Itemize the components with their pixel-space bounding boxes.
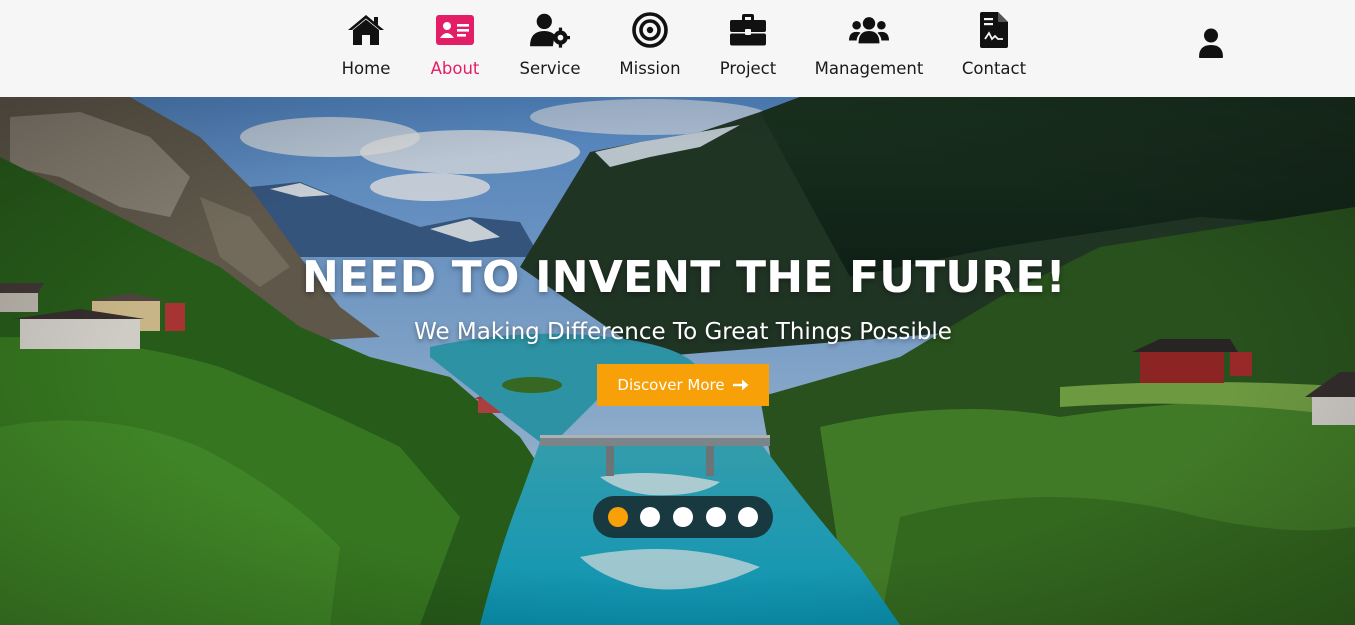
briefcase-icon — [728, 10, 768, 50]
user-account-button[interactable] — [1198, 28, 1226, 60]
nav-label-project: Project — [719, 59, 777, 78]
hero-background-landscape — [0, 97, 1355, 625]
nav-label-management: Management — [814, 59, 924, 78]
nav-item-service[interactable]: Service — [514, 10, 586, 86]
target-icon — [630, 10, 670, 50]
hero-title: NEED TO INVENT THE FUTURE! — [302, 252, 1066, 303]
arrow-right-icon — [732, 379, 749, 391]
nav-item-mission[interactable]: Mission — [614, 10, 686, 86]
slider-dot-1[interactable] — [608, 507, 628, 527]
discover-more-button[interactable]: Discover More — [597, 364, 769, 406]
nav-item-management[interactable]: Management — [810, 10, 928, 86]
discover-more-label: Discover More — [617, 376, 725, 394]
file-contract-icon — [974, 10, 1014, 50]
user-icon — [1199, 28, 1223, 58]
hero-subtitle: We Making Difference To Great Things Pos… — [414, 319, 952, 345]
nav-label-about: About — [430, 59, 480, 78]
slider-dot-2[interactable] — [640, 507, 660, 527]
id-card-icon — [435, 10, 475, 50]
slider-pagination — [593, 496, 773, 538]
main-navbar: Home About Service Mission Project Manag… — [0, 0, 1355, 97]
nav-item-contact[interactable]: Contact — [954, 10, 1034, 86]
nav-label-home: Home — [341, 59, 391, 78]
nav-label-mission: Mission — [619, 59, 681, 78]
hero-slider: NEED TO INVENT THE FUTURE! We Making Dif… — [0, 97, 1355, 625]
nav-item-home[interactable]: Home — [336, 10, 396, 86]
home-icon — [346, 10, 386, 50]
slider-dot-5[interactable] — [738, 507, 758, 527]
nav-item-about[interactable]: About — [425, 10, 485, 86]
slider-dot-3[interactable] — [673, 507, 693, 527]
slider-dot-4[interactable] — [706, 507, 726, 527]
users-icon — [849, 10, 889, 50]
nav-label-contact: Contact — [961, 59, 1027, 78]
nav-item-project[interactable]: Project — [713, 10, 783, 86]
nav-label-service: Service — [519, 59, 581, 78]
user-gear-icon — [530, 10, 570, 50]
